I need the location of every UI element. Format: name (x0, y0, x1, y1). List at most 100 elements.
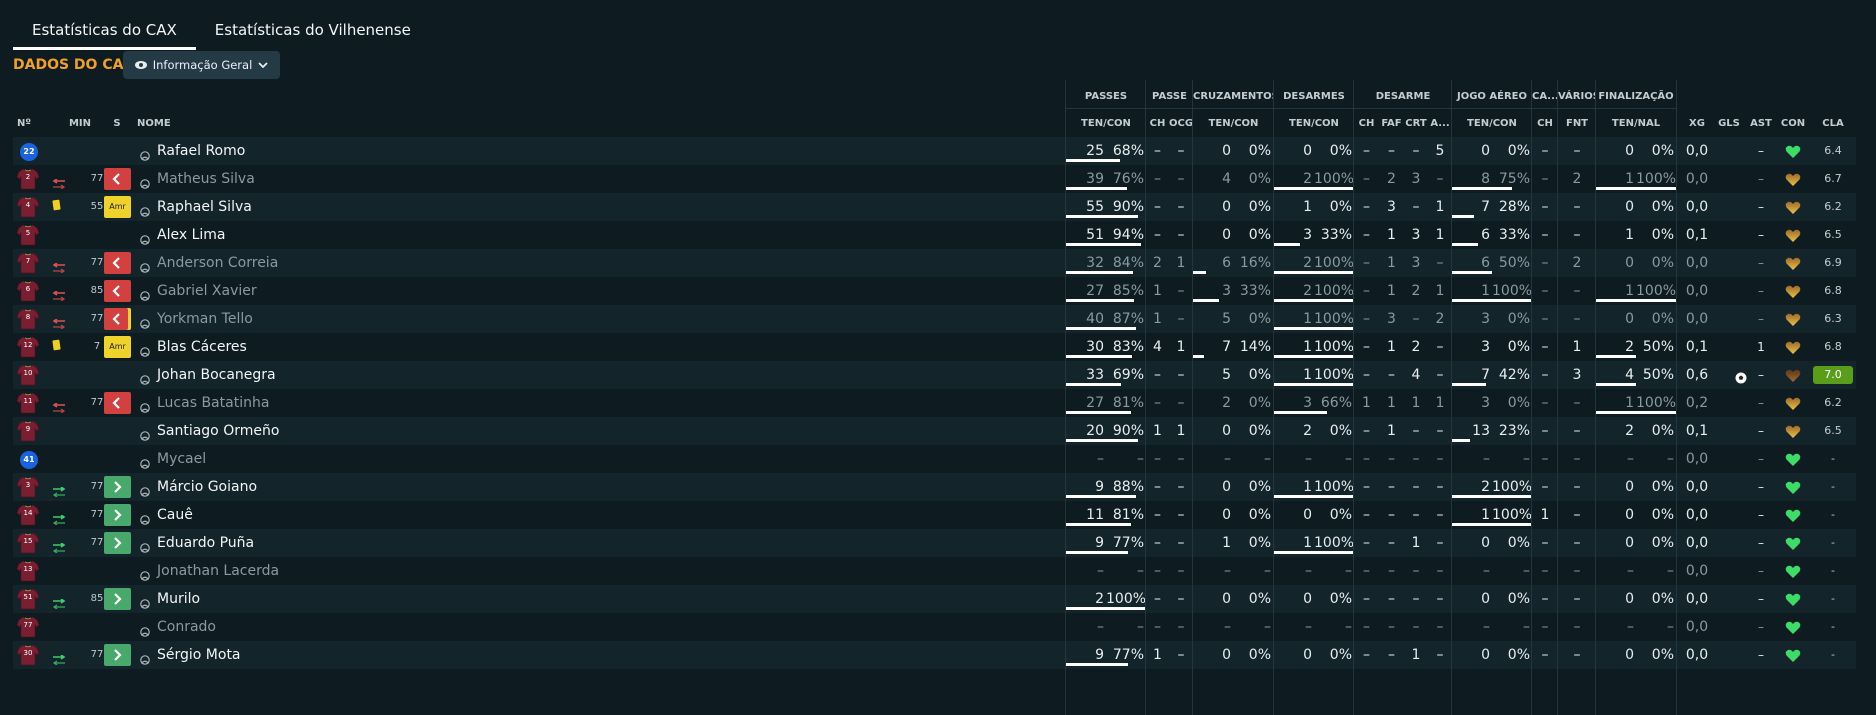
player-profile-icon[interactable] (140, 342, 150, 357)
table-row[interactable]: 5 Alex Lima 51 94% – –0 0% 3 33% –1 3 1 6 33% – –1 0% 0,1… (13, 221, 1856, 249)
player-name[interactable]: Alex Lima (157, 221, 225, 249)
player-profile-icon[interactable] (140, 146, 150, 161)
col-header-fnt[interactable]: FNT (1558, 115, 1596, 133)
table-row[interactable]: 13 Jonathan Lacerda – – – – – – – – – – – – – – – – – –0,0–… (13, 557, 1856, 585)
table-row[interactable]: 8 77 Yorkman Tello 40 87% 1–5 0% 1 100% –3–2 3 0% – –… (13, 305, 1856, 333)
tackle-faf: – (1388, 535, 1395, 551)
player-profile-icon[interactable] (140, 230, 150, 245)
player-profile-icon[interactable] (140, 538, 150, 553)
table-row[interactable]: 9 Santiago Ormeño 20 90% 1 1 0 0% 2 0% –1– –13 23% – –… (13, 417, 1856, 445)
table-row[interactable]: 11 77 Lucas Batatinha 27 81% – –2 0% 3 66% 1 1 1 1 3 0%… (13, 389, 1856, 417)
table-row[interactable]: 4 55 Amr Raphael Silva 55 90% – –0 0% 1 0% –3–1 7 28%… (13, 193, 1856, 221)
col-header-ast[interactable]: AST (1745, 115, 1777, 133)
player-name[interactable]: Santiago Ormeño (157, 417, 279, 445)
col-header-passe-ch[interactable]: CH (1146, 115, 1169, 133)
player-profile-icon[interactable] (140, 622, 150, 637)
col-header-passes[interactable]: TEN/CON (1066, 115, 1146, 133)
player-name[interactable]: Gabriel Xavier (157, 277, 257, 305)
table-row[interactable]: 10 Johan Bocanegra 33 69% – –5 0% 1 100% – –4–7 42%… (13, 361, 1856, 389)
player-name[interactable]: Lucas Batatinha (157, 389, 269, 417)
col-header-ca-ch[interactable]: CH (1532, 115, 1558, 133)
player-profile-icon[interactable] (140, 650, 150, 665)
player-name[interactable]: Rafael Romo (157, 137, 245, 165)
col-header-d-a[interactable]: A... (1428, 115, 1452, 133)
player-profile-icon[interactable] (140, 370, 150, 385)
player-name[interactable]: Cauê (157, 501, 193, 529)
substituted-off-button[interactable] (104, 168, 131, 190)
player-profile-icon[interactable] (140, 398, 150, 413)
table-row[interactable]: 7 77 Anderson Correia 32 84% 2 1 6 16% 2 100% –1 3–6… (13, 249, 1856, 277)
substituted-on-button[interactable] (104, 588, 131, 610)
player-profile-icon[interactable] (140, 202, 150, 217)
player-name[interactable]: Blas Cáceres (157, 333, 247, 361)
player-name[interactable]: Jonathan Lacerda (157, 557, 279, 585)
clear-chances: – (1177, 591, 1185, 607)
substituted-on-button[interactable] (104, 532, 131, 554)
crosses-attempted: 0 (1222, 507, 1231, 523)
player-profile-icon[interactable] (140, 454, 150, 469)
substituted-on-button[interactable] (104, 504, 131, 526)
col-header-cruz[interactable]: TEN/CON (1193, 115, 1274, 133)
substituted-on-button[interactable] (104, 476, 131, 498)
player-profile-icon[interactable] (140, 594, 150, 609)
player-profile-icon[interactable] (140, 174, 150, 189)
table-row[interactable]: 22 Rafael Romo 25 68% – –0 0% 0 0% – – –5 0 0% – –0 0% 0,… (13, 137, 1856, 165)
col-header-con[interactable]: CON (1777, 115, 1809, 133)
player-profile-icon[interactable] (140, 482, 150, 497)
aerial-completion: 0% (1507, 311, 1530, 327)
player-name[interactable]: Eduardo Puña (157, 529, 254, 557)
player-profile-icon[interactable] (140, 426, 150, 441)
substituted-on-button[interactable] (104, 644, 131, 666)
player-name[interactable]: Márcio Goiano (157, 473, 257, 501)
table-row[interactable]: 15 77 Eduardo Puña 9 77% – –1 0% 1 100% – –1–0 0% – –0… (13, 529, 1856, 557)
table-row[interactable]: 14 77 Cauê 11 81% – –0 0% 0 0% – – – –1 100% 1–0 0% 0,0– - (13, 501, 1856, 529)
tackle-crt: 3 (1411, 255, 1421, 271)
aerial-attempted: – (1483, 451, 1490, 467)
booking-badge[interactable]: Amr (104, 336, 131, 358)
col-header-d-faf[interactable]: FAF (1379, 115, 1404, 133)
player-name[interactable]: Yorkman Tello (157, 305, 253, 333)
table-row[interactable]: 12 7 Amr Blas Cáceres 30 83% 4 1 7 14% 1 100% –1 2–3 0… (13, 333, 1856, 361)
player-profile-icon[interactable] (140, 258, 150, 273)
player-name[interactable]: Conrado (157, 613, 216, 641)
table-row[interactable]: 51 85 Murilo 2 100% – –0 0% 0 0% – – – –0 0% – –0 0% 0,0– - (13, 585, 1856, 613)
sub-off-icon (52, 174, 66, 190)
table-row[interactable]: 6 85 Gabriel Xavier 27 85% 1–3 33% 2 100% –1 2 1 1 10… (13, 277, 1856, 305)
col-header-cla[interactable]: CLA (1813, 115, 1853, 133)
substituted-off-button[interactable] (104, 308, 131, 330)
squad-number: 11 (23, 397, 33, 405)
booking-badge[interactable]: Amr (104, 196, 131, 218)
table-row[interactable]: 77 Conrado – – – – – – – – – – – – – – – – – –0,0– - (13, 613, 1856, 641)
table-row[interactable]: 3 77 Márcio Goiano 9 88% – –0 0% 1 100% – – – –2 100% –… (13, 473, 1856, 501)
substituted-off-button[interactable] (104, 392, 131, 414)
player-name[interactable]: Sérgio Mota (157, 641, 241, 669)
col-header-d-crt[interactable]: CRT (1404, 115, 1428, 133)
player-profile-icon[interactable] (140, 510, 150, 525)
player-profile-icon[interactable] (140, 286, 150, 301)
substituted-off-button[interactable] (104, 252, 131, 274)
col-header-des[interactable]: TEN/CON (1274, 115, 1354, 133)
player-name[interactable]: Mycael (157, 445, 206, 473)
col-header-s[interactable]: S (107, 115, 127, 133)
col-header-gls[interactable]: GLS (1713, 115, 1745, 133)
substituted-off-button[interactable] (104, 280, 131, 302)
col-header-min[interactable]: MIN (60, 115, 100, 133)
col-header-num[interactable]: Nº (17, 115, 37, 133)
table-row[interactable]: 41 Mycael – – – – – – – – – – – – – – – – – –0,0– - (13, 445, 1856, 473)
player-name[interactable]: Johan Bocanegra (157, 361, 276, 389)
aerial-bar (1452, 215, 1474, 218)
player-name[interactable]: Anderson Correia (157, 249, 278, 277)
table-row[interactable]: 30 77 Sérgio Mota 9 77% 1–0 0% 0 0% – –1–0 0% – –0 0% 0… (13, 641, 1856, 669)
player-profile-icon[interactable] (140, 566, 150, 581)
col-header-d-ch[interactable]: CH (1354, 115, 1379, 133)
player-name[interactable]: Raphael Silva (157, 193, 252, 221)
col-header-fin[interactable]: TEN/NAL (1596, 115, 1676, 133)
col-header-xg[interactable]: XG (1682, 115, 1712, 133)
col-header-passe-ocg[interactable]: OCG (1169, 115, 1193, 133)
col-header-aereo[interactable]: TEN/CON (1452, 115, 1532, 133)
player-name[interactable]: Murilo (157, 585, 200, 613)
player-name[interactable]: Matheus Silva (157, 165, 255, 193)
col-header-nome[interactable]: NOME (137, 115, 197, 133)
player-profile-icon[interactable] (140, 314, 150, 329)
table-row[interactable]: 2 77 Matheus Silva 39 76% – –4 0% 2 100% –2 3–8 75% –… (13, 165, 1856, 193)
